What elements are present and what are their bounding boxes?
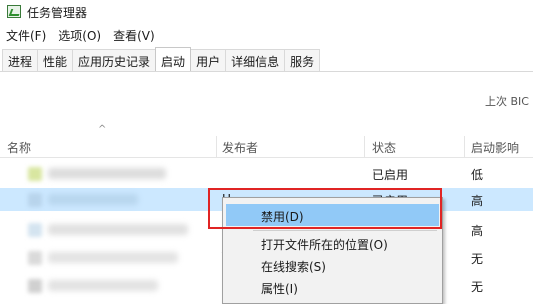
tab-users[interactable]: 用户 — [190, 49, 227, 71]
app-name-redacted — [48, 252, 178, 263]
app-icon — [28, 279, 42, 293]
impact-cell: 无 — [471, 280, 484, 294]
title-bar: 任务管理器 — [0, 0, 533, 24]
sort-ascending-icon[interactable]: ^ — [98, 124, 106, 135]
impact-cell: 无 — [471, 252, 484, 266]
app-name-redacted — [48, 280, 158, 291]
context-menu-open-file-location[interactable]: 打开文件所在的位置(O) — [226, 232, 439, 254]
impact-cell: 高 — [471, 194, 484, 208]
tab-details[interactable]: 详细信息 — [225, 49, 286, 71]
menu-file[interactable]: 文件(F) — [0, 26, 52, 46]
window-title: 任务管理器 — [27, 6, 88, 20]
column-header-name[interactable]: 名称 — [7, 139, 31, 157]
app-icon — [28, 223, 42, 237]
tab-performance[interactable]: 性能 — [37, 49, 74, 71]
menu-options[interactable]: 选项(O) — [52, 26, 107, 46]
menu-view[interactable]: 查看(V) — [107, 26, 161, 46]
column-header-status[interactable]: 状态 — [372, 139, 396, 157]
app-icon — [28, 167, 42, 181]
column-divider[interactable] — [216, 136, 217, 158]
column-header-row: 名称 发布者 状态 启动影响 — [0, 136, 533, 158]
table-row[interactable]: 已启用 低 — [0, 162, 533, 185]
last-bios-time-label: 上次 BIC — [485, 95, 529, 108]
app-name-redacted — [48, 194, 138, 205]
app-name-redacted — [48, 168, 166, 179]
tab-bar: 进程 性能 应用历史记录 启动 用户 详细信息 服务 — [0, 47, 533, 72]
impact-cell: 低 — [471, 168, 484, 182]
menu-bar: 文件(F) 选项(O) 查看(V) — [0, 26, 161, 46]
menu-separator — [253, 230, 437, 231]
app-icon — [28, 251, 42, 265]
context-menu: 禁用(D) 打开文件所在的位置(O) 在线搜索(S) 属性(I) — [222, 197, 443, 304]
task-manager-icon — [7, 5, 21, 18]
column-divider[interactable] — [464, 136, 465, 158]
context-menu-disable[interactable]: 禁用(D) — [226, 204, 439, 226]
status-cell: 已启用 — [372, 168, 409, 182]
app-name-redacted — [48, 224, 188, 235]
app-icon — [28, 193, 42, 207]
tab-services[interactable]: 服务 — [284, 49, 321, 71]
tab-processes[interactable]: 进程 — [2, 49, 39, 71]
tab-startup[interactable]: 启动 — [155, 47, 192, 71]
impact-cell: 高 — [471, 224, 484, 238]
tab-app-history[interactable]: 应用历史记录 — [72, 49, 157, 71]
context-menu-properties[interactable]: 属性(I) — [226, 276, 439, 298]
column-header-publisher[interactable]: 发布者 — [222, 139, 258, 157]
column-divider[interactable] — [364, 136, 365, 158]
column-header-startup-impact[interactable]: 启动影响 — [471, 139, 519, 157]
context-menu-search-online[interactable]: 在线搜索(S) — [226, 254, 439, 276]
